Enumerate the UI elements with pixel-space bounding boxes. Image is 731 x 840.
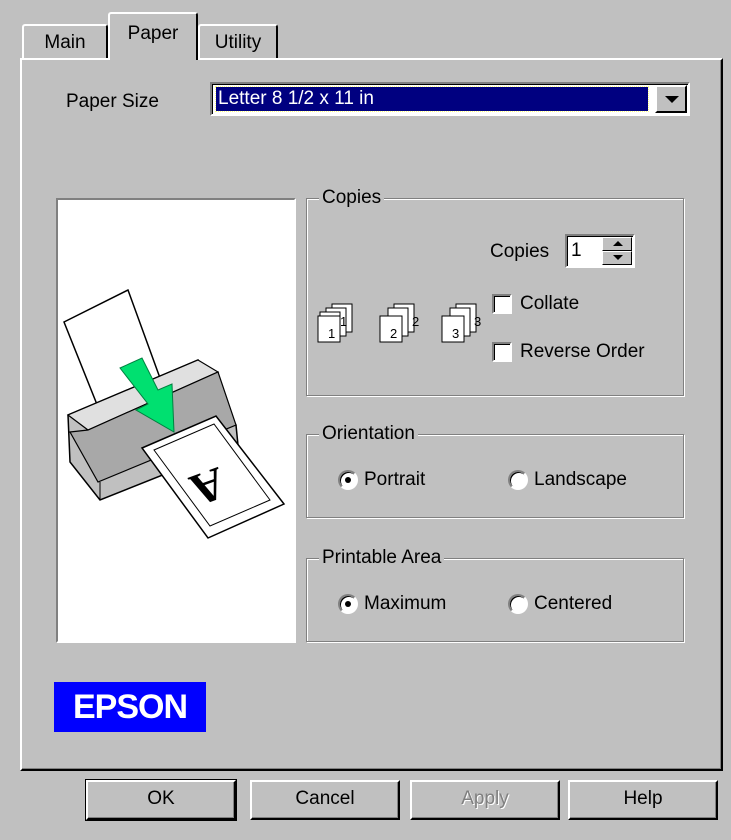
svg-text:2: 2 [412,314,419,329]
svg-text:3: 3 [474,314,481,329]
copies-group-label: Copies [319,186,385,210]
page-1-superscript: 1 [340,314,347,329]
printer-illustration: A [63,288,286,539]
paper-size-value: Letter 8 1/2 x 11 in [215,86,649,112]
printable-area-group: Printable Area [306,546,684,642]
cancel-button[interactable]: Cancel [250,780,400,820]
svg-text:2: 2 [390,326,397,341]
centered-radio[interactable] [508,594,528,614]
collate-checkbox[interactable] [492,294,512,314]
tab-utility-label: Utility [214,32,262,53]
ok-button[interactable]: OK [85,779,237,821]
spin-down-icon[interactable] [602,251,632,265]
reverse-order-label[interactable]: Reverse Order [520,340,645,364]
tab-paper-label: Paper [127,23,179,44]
spin-up-icon[interactable] [602,237,632,251]
tab-utility[interactable]: Utility [198,24,278,58]
printer-preview-image: A [56,198,296,643]
landscape-label[interactable]: Landscape [534,468,627,492]
paper-size-label: Paper Size [66,91,159,112]
copies-label: Copies [490,241,550,262]
chevron-down-icon[interactable] [655,85,687,113]
collate-pages-icon: 1 1 2 2 3 3 [317,303,481,343]
copies-value[interactable]: 1 [571,239,582,263]
tab-main[interactable]: Main [22,24,108,58]
maximum-radio[interactable] [338,594,358,614]
page-1-text: 1 [328,326,335,341]
reverse-order-checkbox[interactable] [492,342,512,362]
copies-stepper[interactable]: 1 [565,234,635,268]
maximum-label[interactable]: Maximum [364,592,446,616]
epson-logo: EPSON [54,682,206,732]
printable-area-group-label: Printable Area [319,546,445,570]
help-button[interactable]: Help [568,780,718,820]
portrait-label[interactable]: Portrait [364,468,425,492]
landscape-radio[interactable] [508,470,528,490]
collate-label[interactable]: Collate [520,292,579,316]
paper-size-select[interactable]: Letter 8 1/2 x 11 in [210,82,690,116]
apply-button[interactable]: Apply [410,780,560,820]
portrait-radio[interactable] [338,470,358,490]
tab-paper[interactable]: Paper [108,12,198,60]
orientation-group: Orientation [306,422,684,518]
tab-main-label: Main [44,32,86,53]
orientation-group-label: Orientation [319,422,418,446]
centered-label[interactable]: Centered [534,592,612,616]
svg-text:3: 3 [452,326,459,341]
